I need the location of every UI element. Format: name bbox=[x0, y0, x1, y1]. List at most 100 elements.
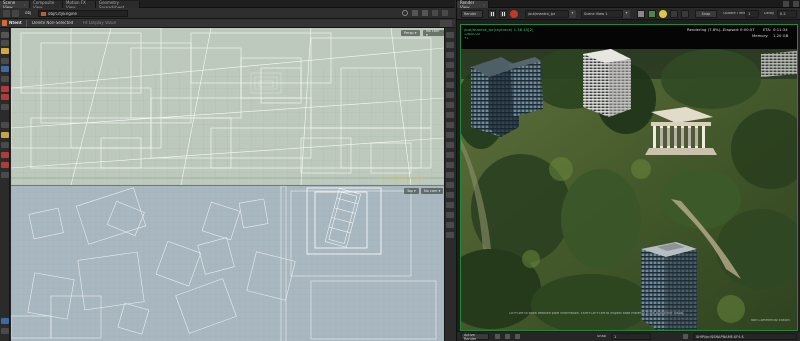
snapshot-icon[interactable] bbox=[637, 10, 645, 18]
gear-icon[interactable] bbox=[422, 10, 428, 16]
frame-icon[interactable] bbox=[515, 334, 520, 339]
scene-view-tab-bar: Scene View × Composite View Motion FX Vie… bbox=[0, 0, 455, 10]
camera-field[interactable]: Scene View 1 bbox=[581, 10, 623, 18]
display-option-icon[interactable] bbox=[446, 142, 454, 148]
region-icon[interactable] bbox=[670, 10, 678, 18]
render-image[interactable]: Ctrl+Left to show detailed pixel informa… bbox=[461, 49, 797, 330]
snap-button[interactable]: Snap bbox=[695, 10, 717, 18]
view-menu[interactable]: Top ▾ bbox=[404, 188, 419, 194]
memory-label: Memory: bbox=[752, 34, 769, 38]
camera-menu[interactable]: No cam ▾ bbox=[423, 29, 444, 37]
brush-tool-icon[interactable] bbox=[1, 122, 9, 128]
lightbulb-icon[interactable] bbox=[659, 10, 667, 18]
top-viewport[interactable]: Top ▾ No cam ▾ bbox=[11, 185, 444, 341]
close-icon[interactable]: × bbox=[23, 3, 26, 7]
update-time-field[interactable]: 1 bbox=[745, 10, 759, 18]
view-tool-icon[interactable] bbox=[1, 66, 9, 72]
camera-menu[interactable]: No cam ▾ bbox=[421, 188, 444, 194]
rotate-tool-icon[interactable] bbox=[1, 86, 9, 92]
display-option-icon[interactable] bbox=[446, 42, 454, 48]
display-option-icon[interactable] bbox=[446, 182, 454, 188]
divider bbox=[26, 20, 27, 27]
back-arrow-icon[interactable] bbox=[3, 10, 10, 17]
camera-tool-icon[interactable] bbox=[1, 142, 9, 148]
pause-icon[interactable] bbox=[488, 10, 496, 18]
options-icon[interactable] bbox=[440, 20, 452, 27]
pick-icon[interactable] bbox=[681, 10, 689, 18]
forward-arrow-icon[interactable] bbox=[12, 10, 19, 17]
preview-icon[interactable] bbox=[648, 10, 656, 18]
loop-icon[interactable] bbox=[505, 334, 510, 339]
display-option-icon[interactable] bbox=[446, 32, 454, 38]
tab-composite-view[interactable]: Composite View bbox=[30, 0, 63, 10]
non-commercial-label: Non-Commercial Edition bbox=[381, 178, 424, 181]
tab-render-view[interactable]: Render View × bbox=[457, 0, 489, 10]
path-field[interactable]: obj/CityEngine bbox=[38, 10, 128, 17]
snap-tool-icon[interactable] bbox=[1, 104, 9, 110]
display-option-icon[interactable] bbox=[446, 82, 454, 88]
display-option-icon[interactable] bbox=[446, 172, 454, 178]
display-option-icon[interactable] bbox=[446, 232, 454, 238]
context-label[interactable]: obj bbox=[25, 11, 31, 15]
display-option-icon[interactable] bbox=[446, 202, 454, 208]
transform-tool-icon[interactable] bbox=[1, 40, 9, 46]
display-option-icon[interactable] bbox=[446, 192, 454, 198]
menu-icon[interactable] bbox=[793, 1, 799, 7]
chevron-down-icon[interactable]: ▾ bbox=[569, 10, 576, 18]
delete-non-selected-button[interactable]: Delete Non-Selected bbox=[32, 21, 73, 25]
display-option-icon[interactable] bbox=[446, 72, 454, 78]
display-option-icon[interactable] bbox=[446, 212, 454, 218]
display-option-icon[interactable] bbox=[446, 102, 454, 108]
select-tool-icon[interactable] bbox=[1, 32, 9, 38]
magnet-tool-icon[interactable] bbox=[1, 162, 9, 168]
layout-icon[interactable] bbox=[783, 1, 789, 7]
layout-icon[interactable] bbox=[412, 10, 418, 16]
city-render bbox=[461, 49, 797, 330]
display-option-icon[interactable] bbox=[446, 52, 454, 58]
maximize-icon[interactable] bbox=[432, 10, 438, 16]
perspective-viewport[interactable]: Persp ▾ No cam ▾ Non-Commercial Edition bbox=[11, 28, 444, 185]
render-frame[interactable]: /out/mantra_ipr(raytrace) 1.56.40[2] 128… bbox=[460, 24, 798, 331]
display-option-icon[interactable] bbox=[446, 112, 454, 118]
display-option-icon[interactable] bbox=[446, 62, 454, 68]
snap-file-field[interactable]: $HIP/ipr/$SNAPNAME.$F4.$ bbox=[693, 333, 797, 340]
display-option-icon[interactable] bbox=[446, 162, 454, 168]
folder-icon[interactable] bbox=[683, 334, 688, 339]
pin-icon[interactable] bbox=[402, 10, 408, 16]
menu-icon[interactable] bbox=[442, 10, 448, 16]
delay-label: Delay bbox=[764, 12, 775, 15]
watermark-label: Non-Commercial Edition bbox=[751, 319, 790, 322]
rop-field[interactable]: /out/mantra_ipr bbox=[525, 10, 569, 18]
display-option-icon[interactable] bbox=[446, 222, 454, 228]
snap-number-field[interactable]: 1 bbox=[611, 333, 651, 340]
delay-field[interactable]: 0.2 bbox=[777, 10, 797, 18]
tab-motion-fx-view[interactable]: Motion FX View bbox=[63, 0, 96, 10]
render-view-tab-bar: Render View × bbox=[457, 0, 800, 10]
pause-icon[interactable] bbox=[499, 10, 507, 18]
display-option-icon[interactable] bbox=[446, 132, 454, 138]
stop-icon[interactable] bbox=[510, 10, 518, 18]
fit-display-button[interactable]: Fit Display Value bbox=[83, 21, 116, 25]
render-button[interactable]: Render bbox=[461, 10, 483, 18]
display-option-icon[interactable] bbox=[446, 122, 454, 128]
view-menu[interactable]: Persp ▾ bbox=[401, 30, 420, 36]
scale-tool-icon[interactable] bbox=[1, 76, 9, 82]
chevron-down-icon[interactable]: ▾ bbox=[623, 10, 630, 18]
display-options-bar bbox=[444, 28, 455, 341]
handle-tool-icon[interactable] bbox=[1, 48, 9, 54]
active-render-button[interactable]: Active Render bbox=[461, 333, 489, 341]
display-option-icon[interactable] bbox=[446, 152, 454, 158]
info-tool-icon[interactable] bbox=[1, 318, 9, 324]
pose-tool-icon[interactable] bbox=[1, 58, 9, 64]
render-view-toolbar: Render /out/mantra_ipr ▾ Scene View 1 ▾ … bbox=[457, 8, 800, 20]
close-icon[interactable]: × bbox=[482, 3, 485, 7]
record-tool-icon[interactable] bbox=[1, 152, 9, 158]
grid-tool-icon[interactable] bbox=[1, 172, 9, 178]
tab-geometry-spreadsheet[interactable]: Geometry Spreadsheet bbox=[96, 0, 140, 10]
translate-tool-icon[interactable] bbox=[1, 94, 9, 100]
settings-tool-icon[interactable] bbox=[1, 328, 9, 334]
play-icon[interactable] bbox=[495, 334, 500, 339]
light-tool-icon[interactable] bbox=[1, 132, 9, 138]
display-option-icon[interactable] bbox=[446, 92, 454, 98]
tab-scene-view[interactable]: Scene View × bbox=[0, 0, 30, 10]
